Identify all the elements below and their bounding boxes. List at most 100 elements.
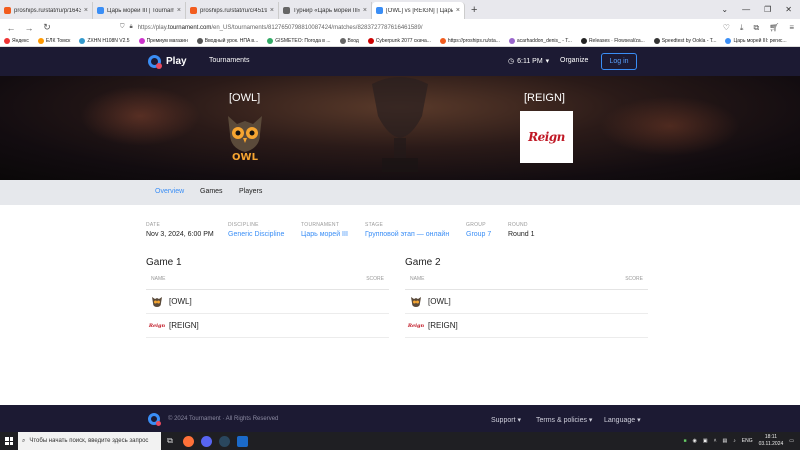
tab-players[interactable]: Players <box>239 188 262 195</box>
close-icon[interactable]: × <box>363 7 367 14</box>
browser-tab[interactable]: proships.ru/stat/ru/p/1643837/× <box>0 2 93 19</box>
bookmark-item[interactable]: GISMETEO: Погода в ... <box>267 38 331 44</box>
discord-icon[interactable] <box>197 432 215 450</box>
bookmark-item[interactable]: Царь морей III: регис... <box>725 38 787 44</box>
trophy-background-icon <box>372 77 428 172</box>
clock[interactable]: 18:11 03.11.2024 <box>759 434 784 448</box>
favicon-icon <box>376 7 383 14</box>
table-row[interactable]: Reign [REIGN] <box>146 314 389 338</box>
brand-logo[interactable]: Play <box>148 55 187 69</box>
info-round: ROUND Round 1 <box>508 222 535 238</box>
tray-app-icon[interactable]: ▣ <box>703 438 708 444</box>
time-selector[interactable]: ◷ 6:11 PM ▾ <box>508 57 550 66</box>
close-icon[interactable]: × <box>456 7 460 14</box>
organize-link[interactable]: Organize <box>560 57 588 64</box>
bookmark-item[interactable]: Вводный урок. HПA в... <box>196 38 258 44</box>
address-bar[interactable]: ⛉ 🔒︎ https://play.tournament.com/en_US/t… <box>120 22 680 34</box>
close-window-icon[interactable]: ✕ <box>785 5 792 14</box>
chevron-up-icon[interactable]: ˄ <box>714 438 717 444</box>
tab-overview[interactable]: Overview <box>155 188 184 195</box>
network-icon[interactable]: ▤ <box>723 438 728 444</box>
chevron-down-icon[interactable]: ⌄ <box>721 5 728 14</box>
logo-icon[interactable] <box>148 413 161 426</box>
bookmark-item[interactable]: ZXHN H108N V2.5 <box>79 38 130 44</box>
forward-icon[interactable]: → <box>24 23 34 33</box>
minimize-icon[interactable]: — <box>742 5 750 14</box>
game-1-table: NAME SCORE [OWL] Reign [REIGN] <box>146 276 389 338</box>
bookmark-item[interactable]: Cyberpunk 2077 скача... <box>367 38 431 44</box>
app-icon[interactable] <box>233 432 251 450</box>
bookmark-item[interactable]: acarhaddon_denis_ - Т... <box>508 38 572 44</box>
notification-icon[interactable]: ▭ <box>789 438 794 444</box>
cart-icon[interactable]: 🛒︎ <box>769 23 779 33</box>
bookmarks-bar: Яндекс ЕЛК Томск ZXHN H108N V2.5 Премиум… <box>0 36 800 47</box>
firefox-icon[interactable] <box>179 432 197 450</box>
tab-games[interactable]: Games <box>200 188 223 195</box>
url-prefix: https://play. <box>137 24 168 31</box>
browser-tab-active[interactable]: [OWL] vs [REIGN] | Царь море× <box>372 2 465 19</box>
bookmark-item[interactable]: https://proships.ru/sta... <box>439 38 500 44</box>
info-date: DATE Nov 3, 2024, 6:00 PM <box>146 222 214 238</box>
owl-team-logo[interactable]: OWL <box>224 112 266 162</box>
start-button[interactable] <box>0 432 18 450</box>
support-dropdown[interactable]: Support ▾ <box>491 416 521 424</box>
windows-taskbar: ⌕ Чтобы начать поиск, введите здесь запр… <box>0 432 800 450</box>
url-host: tournament.com <box>167 24 212 31</box>
browser-nav-bar: ← → ↻ ⛉ 🔒︎ https://play.tournament.com/e… <box>0 19 800 36</box>
bookmark-item[interactable]: ЕЛК Томск <box>37 38 70 44</box>
bookmark-item[interactable]: Премиум магазин <box>138 38 188 44</box>
nav-tournaments-link[interactable]: Tournaments <box>209 57 249 64</box>
owl-team-icon <box>152 296 162 307</box>
browser-tab[interactable]: proships.ru/stat/ru/c/451982-С× <box>186 2 279 19</box>
back-icon[interactable]: ← <box>6 23 16 33</box>
window-controls: ⌄ — ❐ ✕ <box>721 5 800 14</box>
bookmark-item[interactable]: Яндекс <box>4 38 29 44</box>
close-icon[interactable]: × <box>270 7 274 14</box>
chevron-down-icon: ▾ <box>545 58 550 65</box>
team-1-name[interactable]: [OWL] <box>229 92 260 104</box>
steam-icon[interactable] <box>215 432 233 450</box>
tray-app-icon[interactable]: ◉ <box>693 438 697 444</box>
game-1-title: Game 1 <box>146 257 182 268</box>
table-header: NAME SCORE <box>405 276 648 290</box>
language-dropdown[interactable]: Language ▾ <box>604 416 641 424</box>
login-button[interactable]: Log in <box>601 53 637 70</box>
menu-icon[interactable]: ≡ <box>789 23 794 33</box>
info-stage: STAGE Групповой этап — онлайн <box>365 222 450 238</box>
copyright: © 2024 Tournament · All Rights Reserved <box>168 416 279 422</box>
tray-app-icon[interactable]: ■ <box>683 438 686 444</box>
bookmark-item[interactable]: Speedtest by Ookla - T... <box>653 38 716 44</box>
team-2-name[interactable]: [REIGN] <box>524 92 565 104</box>
system-tray: ■ ◉ ▣ ˄ ▤ ♪ ENG 18:11 03.11.2024 ▭ <box>683 434 800 448</box>
task-view-icon[interactable]: ⧉ <box>161 432 179 450</box>
bookmark-item[interactable]: Releases · Flowseal/za... <box>580 38 645 44</box>
reign-team-icon: Reign <box>407 322 425 329</box>
extensions-icon[interactable]: ⧉ <box>753 23 759 33</box>
close-icon[interactable]: × <box>84 7 88 14</box>
maximize-icon[interactable]: ❐ <box>764 5 771 14</box>
new-tab-button[interactable]: + <box>465 4 483 16</box>
download-icon[interactable]: ⤓ <box>740 23 744 33</box>
shield-icon: ⛉ <box>120 24 125 30</box>
site-footer: © 2024 Tournament · All Rights Reserved … <box>0 405 800 432</box>
table-row[interactable]: [OWL] <box>146 290 389 314</box>
game-2-table: NAME SCORE [OWL] Reign [REIGN] <box>405 276 648 338</box>
browser-tab[interactable]: Царь морей III | Tournament× <box>93 2 186 19</box>
table-header: NAME SCORE <box>146 276 389 290</box>
table-row[interactable]: [OWL] <box>405 290 648 314</box>
language-indicator[interactable]: ENG <box>742 438 753 444</box>
owl-team-icon <box>411 296 421 307</box>
game-2-title: Game 2 <box>405 257 441 268</box>
lock-icon: 🔒︎ <box>129 24 133 30</box>
bookmark-item[interactable]: Вход <box>339 38 359 44</box>
reload-icon[interactable]: ↻ <box>42 22 52 33</box>
browser-tab[interactable]: Турнир «Царь морей III» — Гу× <box>279 2 372 19</box>
reign-team-logo[interactable]: Reign <box>520 111 573 163</box>
close-icon[interactable]: × <box>177 7 181 14</box>
terms-dropdown[interactable]: Terms & policies ▾ <box>536 416 592 424</box>
svg-text:OWL: OWL <box>232 152 259 162</box>
taskbar-search[interactable]: ⌕ Чтобы начать поиск, введите здесь запр… <box>18 432 161 450</box>
volume-icon[interactable]: ♪ <box>733 438 736 444</box>
pocket-icon[interactable]: ♡ <box>723 23 730 33</box>
table-row[interactable]: Reign [REIGN] <box>405 314 648 338</box>
